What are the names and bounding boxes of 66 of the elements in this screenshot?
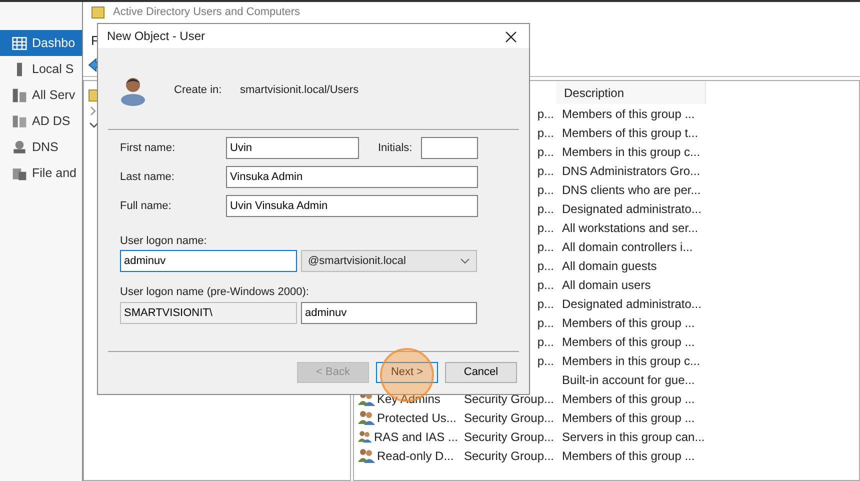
table-cell: Designated administrato... — [562, 202, 702, 216]
dialog-button[interactable]: Cancel — [445, 362, 517, 383]
table-cell: p... — [537, 164, 554, 178]
table-cell: p... — [537, 296, 554, 310]
table-cell: p... — [537, 202, 554, 216]
table-cell: All workstations and ser... — [562, 220, 698, 234]
table-cell: Security Group... — [464, 392, 554, 406]
table-cell: p... — [537, 278, 554, 292]
table-cell-text: RAS and IAS ... — [374, 428, 458, 446]
domain-dropdown[interactable]: @smartvisionit.local — [301, 250, 477, 272]
input-field[interactable]: adminuv — [120, 250, 297, 272]
input-field[interactable]: Vinsuka Admin — [226, 166, 478, 188]
table-cell: p... — [537, 182, 554, 196]
input-field[interactable]: Uvin Vinsuka Admin — [226, 195, 478, 217]
table-cell: p... — [537, 316, 554, 330]
sidebar-item[interactable]: File and — [0, 160, 82, 186]
table-cell: DNS clients who are per... — [562, 182, 701, 196]
table-cell: All domain guests — [562, 258, 657, 272]
table-cell: Designated administrato... — [562, 296, 702, 310]
input-field[interactable]: Uvin — [226, 137, 359, 159]
field-label: Last name: — [120, 170, 176, 185]
sidebar-item[interactable]: Local S — [0, 56, 82, 82]
table-cell: p... — [537, 334, 554, 348]
sidebar-item[interactable]: Dashbo — [0, 30, 82, 56]
field-label: User logon name (pre-Windows 2000): — [120, 285, 310, 298]
table-cell: p... — [537, 354, 554, 368]
create-in-label: Create in: — [174, 82, 223, 98]
table-cell: p... — [537, 144, 554, 158]
table-cell-text: Protected Us... — [377, 410, 456, 426]
table-cell: Members of this group t... — [562, 126, 698, 140]
field-label: Initials: — [378, 140, 414, 156]
table-cell-text: Read-only D... — [377, 448, 454, 464]
table-cell: Members in this group c... — [562, 354, 700, 368]
table-cell: Security Group... — [464, 410, 554, 424]
table-cell: p... — [537, 240, 554, 254]
table-cell: Members of this group ... — [562, 448, 695, 462]
table-cell: Members in this group c... — [562, 144, 700, 158]
input-field[interactable]: SMARTVISIONIT\ — [120, 302, 297, 324]
table-cell: Members of this group ... — [562, 334, 695, 348]
table-cell: Members of this group ... — [562, 392, 695, 406]
table-cell: All domain controllers i... — [562, 240, 693, 254]
column-header[interactable]: Description — [556, 81, 706, 104]
table-cell: p... — [537, 258, 554, 272]
dialog-button[interactable]: Next > — [376, 362, 438, 383]
sidebar-item[interactable]: DNS — [0, 134, 82, 160]
table-cell: Members of this group ... — [562, 316, 695, 330]
table-cell: Members of this group ... — [562, 410, 695, 424]
table-cell: p... — [537, 220, 554, 234]
table-cell: Security Group... — [464, 430, 554, 444]
field-label: User logon name: — [120, 234, 208, 247]
dialog-title: New Object - User — [107, 28, 206, 45]
table-cell: Built-in account for gue... — [562, 372, 695, 386]
table-cell: p... — [537, 106, 554, 120]
table-cell: p... — [537, 126, 554, 140]
window-title: Active Directory Users and Computers — [113, 4, 300, 20]
sidebar-item[interactable]: All Serv — [0, 82, 82, 108]
table-cell: Members of this group ... — [562, 106, 695, 120]
field-label: Full name: — [120, 198, 172, 214]
input-field[interactable]: adminuv — [301, 302, 477, 324]
table-cell: Security Group... — [464, 448, 554, 462]
table-cell: DNS Administrators Gro... — [562, 164, 700, 178]
container-path: smartvisionit.local/Users — [240, 82, 359, 98]
sidebar-item[interactable]: AD DS — [0, 108, 82, 134]
table-cell: Servers in this group can... — [562, 430, 705, 444]
field-label: First name: — [120, 140, 176, 156]
table-cell: All domain users — [562, 278, 651, 292]
